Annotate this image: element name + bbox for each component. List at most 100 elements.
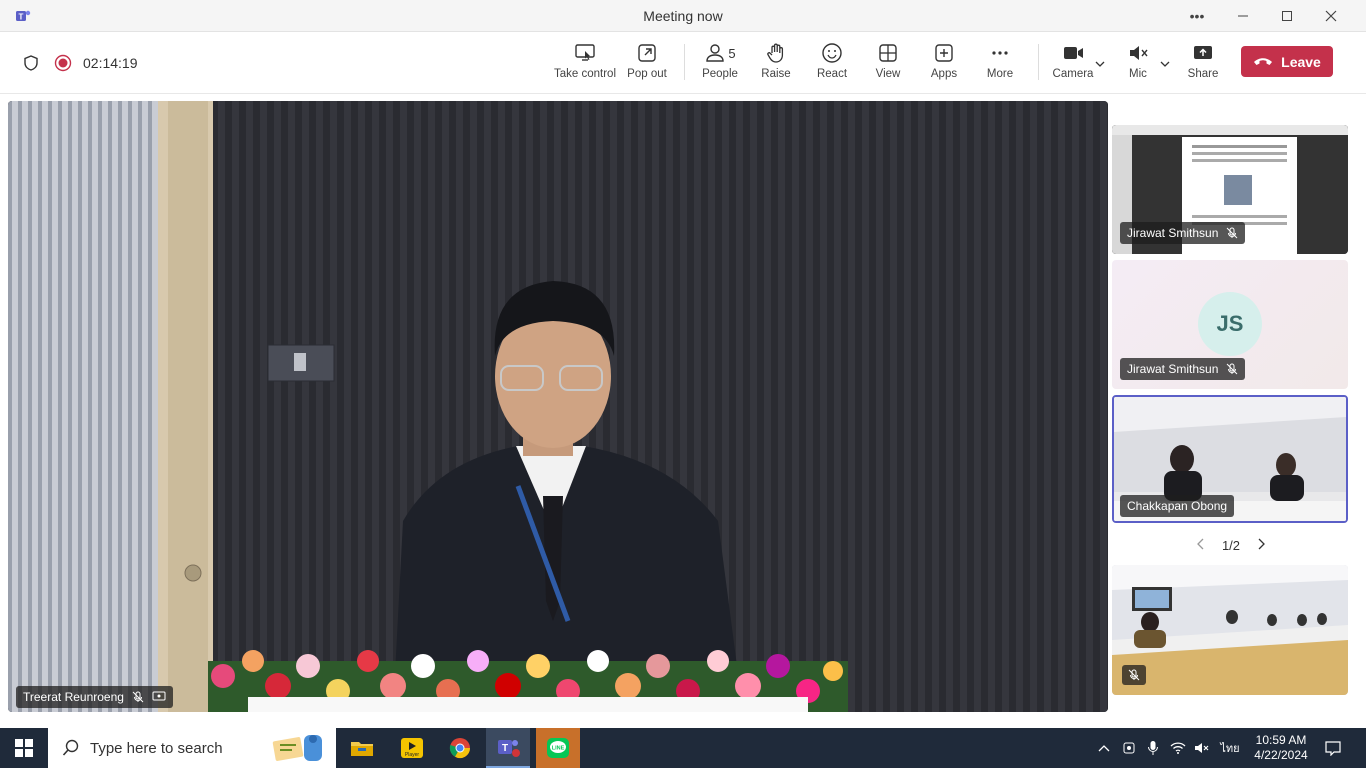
maximize-button[interactable] [1265,0,1309,32]
mic-off-icon [1130,46,1148,60]
share-label: Share [1187,68,1219,80]
leave-button[interactable]: Leave [1241,46,1333,77]
raise-hand-button[interactable]: Raise [745,42,807,88]
participant-nametag [1122,665,1146,685]
participant-tile[interactable]: JS Jirawat Smithsun [1112,260,1348,389]
camera-icon [1064,47,1083,59]
take-control-label: Take control [554,68,617,80]
close-button[interactable] [1309,0,1353,32]
participant-tile[interactable]: Jirawat Smithsun [1112,125,1348,254]
take-control-button[interactable]: Take control [554,42,616,88]
minimize-button[interactable] [1221,0,1265,32]
smiley-icon [822,43,842,63]
share-button[interactable]: Share [1172,42,1234,88]
file-explorer-icon [351,742,373,756]
take-control-icon [575,44,595,61]
hand-icon [767,43,784,63]
tray-mic-button[interactable] [1142,728,1164,768]
page-indicator: 1/2 [1221,537,1241,553]
tray-camera-button[interactable] [1118,728,1140,768]
chevron-down-icon [1160,61,1170,67]
windows-taskbar: Type here to search Player T LINE ไทย 10… [0,728,1366,768]
people-button[interactable]: 5 People [689,42,751,88]
tray-network-button[interactable] [1166,728,1190,768]
next-page-button[interactable] [1256,538,1266,553]
previous-page-button[interactable] [1196,538,1206,553]
more-button[interactable]: More [969,42,1031,88]
search-placeholder: Type here to search [90,739,223,757]
pop-out-button[interactable]: Pop out [616,42,678,88]
tray-overflow-button[interactable] [1094,728,1114,768]
react-button[interactable]: React [801,42,863,88]
player-app-button[interactable]: Player [390,728,434,768]
main-video[interactable]: Treerat Reunroeng [8,101,1108,712]
participant-nametag: Chakkapan Obong [1120,495,1235,517]
toolbar-divider [684,44,685,80]
participant-tile-active[interactable]: Chakkapan Obong [1112,395,1348,523]
pop-out-icon [638,44,656,62]
notifications-button[interactable] [1318,728,1348,768]
chevron-right-icon [1258,538,1265,549]
window-more-button[interactable]: ••• [1175,0,1219,32]
leave-label: Leave [1281,53,1321,70]
ellipsis-icon: ••• [1189,8,1205,24]
chrome-icon [449,738,471,759]
meeting-stage: Treerat Reunroeng Jirawat Smithsun JS Ji… [0,94,1366,726]
recording-icon [54,54,72,72]
avatar: JS [1198,292,1262,356]
participant-nametag: Jirawat Smithsun [1120,222,1246,244]
gallery-pager: 1/2 [1196,535,1266,555]
mic-muted-icon [132,691,144,703]
teams-taskbar-button[interactable]: T [486,728,530,768]
clock-date: 4/22/2024 [1254,748,1308,762]
input-language-button[interactable]: ไทย [1216,728,1244,768]
screen-share-indicator-icon [152,691,166,701]
toolbar-divider [1038,44,1039,80]
raise-label: Raise [761,68,791,80]
maximize-icon [1282,11,1292,21]
main-video-nametag: Treerat Reunroeng [16,686,173,708]
apps-label: Apps [930,68,958,80]
share-icon [1194,46,1212,59]
player-icon: Player [401,738,423,758]
volume-muted-icon [1195,743,1209,753]
view-label: View [875,68,901,80]
camera-options-button[interactable] [1094,54,1106,74]
close-icon [1325,10,1337,22]
svg-text:LINE: LINE [552,746,565,752]
apps-button[interactable]: Apps [913,42,975,88]
room-video-feed [1112,565,1348,695]
chrome-button[interactable] [438,728,482,768]
mic-label: Mic [1129,68,1147,80]
mic-options-button[interactable] [1159,54,1171,74]
tray-volume-button[interactable] [1190,728,1214,768]
participant-name: Jirawat Smithsun [1127,226,1219,240]
shield-button[interactable] [22,32,40,94]
notification-icon [1325,741,1341,756]
minimize-icon [1238,15,1248,17]
file-explorer-button[interactable] [340,728,384,768]
shield-icon [24,55,38,71]
grid-icon [879,44,897,62]
start-button[interactable] [0,728,48,768]
participant-tile[interactable] [1112,565,1348,695]
mic-muted-icon [1227,363,1238,375]
view-button[interactable]: View [857,42,919,88]
clock-button[interactable]: 10:59 AM 4/22/2024 [1248,728,1314,768]
meeting-timer: 02:14:19 [83,55,138,71]
line-app-button[interactable]: LINE [536,728,580,768]
search-highlight-icon [272,735,322,761]
phone-hangup-icon [1254,57,1273,65]
people-count: 5 [728,45,736,61]
participant-nametag: Jirawat Smithsun [1120,358,1246,380]
chevron-down-icon [1095,61,1105,67]
people-icon [706,44,725,62]
taskbar-search[interactable]: Type here to search [48,728,336,768]
participant-name: Chakkapan Obong [1127,499,1228,513]
search-icon [62,739,79,756]
windows-logo-icon [15,739,33,757]
mic-muted-icon [1227,227,1238,239]
camera-label: Camera [1052,68,1094,80]
svg-text:T: T [502,743,508,754]
meeting-toolbar: 02:14:19 Take control Pop out 5 People R… [0,32,1366,94]
